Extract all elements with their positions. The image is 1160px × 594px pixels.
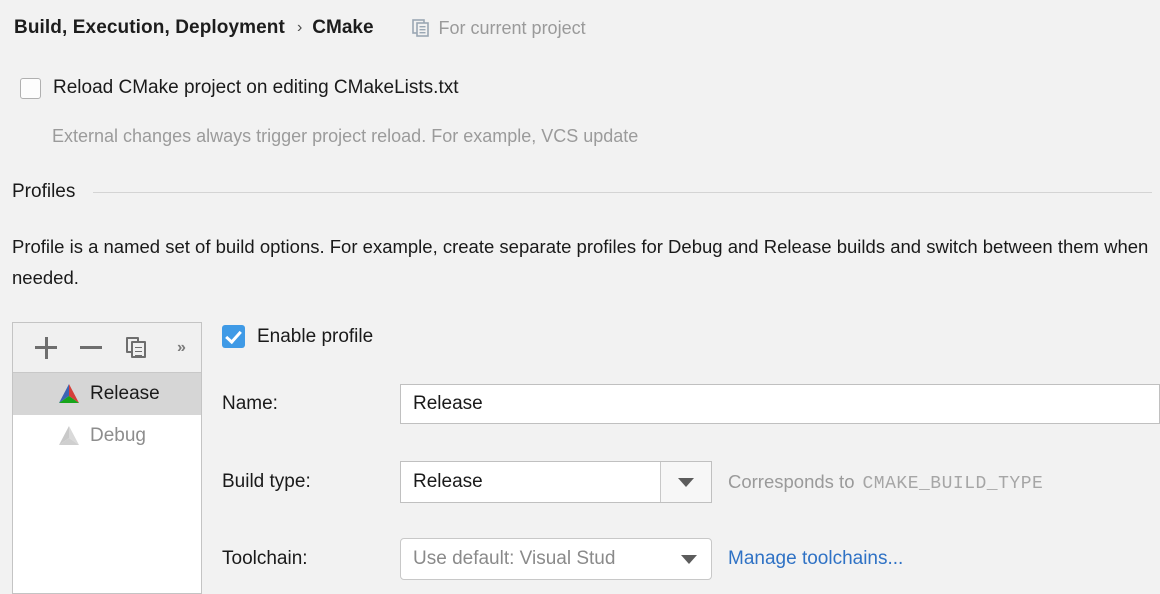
remove-profile-button[interactable] xyxy=(76,333,106,363)
project-scope-icon xyxy=(411,19,430,37)
section-divider xyxy=(93,191,1152,193)
build-type-note: Corresponds to CMAKE_BUILD_TYPE xyxy=(728,471,1043,494)
toolchain-value: Use default: Visual Stud xyxy=(413,548,616,569)
profiles-list-panel: » Release Debug xyxy=(12,322,202,594)
profiles-description: Profile is a named set of build options.… xyxy=(12,236,1149,288)
cmake-logo-icon xyxy=(57,425,81,447)
toolchain-row: Toolchain: Use default: Visual Stud Mana… xyxy=(222,538,1160,580)
profile-name-row: Name: Release xyxy=(222,384,1160,424)
profile-name-label: Name: xyxy=(222,393,278,414)
enable-profile-row[interactable]: Enable profile xyxy=(222,325,373,348)
enable-profile-label: Enable profile xyxy=(257,325,374,347)
toolchain-label: Toolchain: xyxy=(222,548,308,569)
enable-profile-checkbox[interactable] xyxy=(222,325,245,348)
profile-detail-pane: Enable profile Name: Release Build type:… xyxy=(222,322,1160,594)
build-type-note-text: Corresponds to xyxy=(728,470,855,492)
breadcrumb-separator-icon: › xyxy=(296,19,303,36)
plus-icon xyxy=(35,336,57,359)
build-type-value: Release xyxy=(413,471,483,492)
scope-indicator: For current project xyxy=(411,17,586,39)
build-type-combobox[interactable]: Release xyxy=(400,461,712,503)
chevrons-right-icon: » xyxy=(177,338,186,356)
copy-icon xyxy=(125,337,147,358)
profiles-section-header: Profiles xyxy=(12,181,1152,203)
list-item-label: Debug xyxy=(90,425,146,446)
build-type-row: Build type: Release Corresponds to CMAKE… xyxy=(222,461,1160,503)
cmake-logo-icon xyxy=(57,383,81,405)
breadcrumb-root[interactable]: Build, Execution, Deployment xyxy=(14,17,285,39)
reload-cmake-checkbox[interactable] xyxy=(20,77,41,99)
manage-toolchains-link[interactable]: Manage toolchains... xyxy=(728,548,903,570)
build-type-label: Build type: xyxy=(222,471,311,492)
profiles-list-toolbar: » xyxy=(13,323,201,373)
scope-label: For current project xyxy=(438,17,586,38)
add-profile-button[interactable] xyxy=(31,333,61,363)
breadcrumb-leaf: CMake xyxy=(312,17,374,38)
reload-cmake-label: Reload CMake project on editing CMakeLis… xyxy=(53,77,459,98)
settings-header: Build, Execution, Deployment › CMake For… xyxy=(0,0,1160,56)
minus-icon xyxy=(80,337,102,359)
profiles-list: Release Debug xyxy=(13,373,201,593)
build-type-dropdown-button[interactable] xyxy=(660,462,711,502)
copy-profile-button[interactable] xyxy=(121,333,151,363)
list-item-label: Release xyxy=(90,383,160,404)
profiles-section-title: Profiles xyxy=(12,181,76,202)
chevron-down-icon xyxy=(678,477,694,487)
list-item[interactable]: Debug xyxy=(13,415,201,457)
build-type-note-variable: CMAKE_BUILD_TYPE xyxy=(862,473,1044,494)
profile-name-input[interactable]: Release xyxy=(400,384,1160,424)
reload-cmake-checkbox-row[interactable]: Reload CMake project on editing CMakeLis… xyxy=(20,77,459,99)
chevron-down-icon xyxy=(681,554,697,564)
reload-cmake-hint: External changes always trigger project … xyxy=(52,126,639,146)
toolchain-dropdown-button[interactable] xyxy=(667,539,711,579)
toolchain-combobox[interactable]: Use default: Visual Stud xyxy=(400,538,712,580)
list-item[interactable]: Release xyxy=(13,373,201,415)
more-actions-button[interactable]: » xyxy=(166,333,196,363)
